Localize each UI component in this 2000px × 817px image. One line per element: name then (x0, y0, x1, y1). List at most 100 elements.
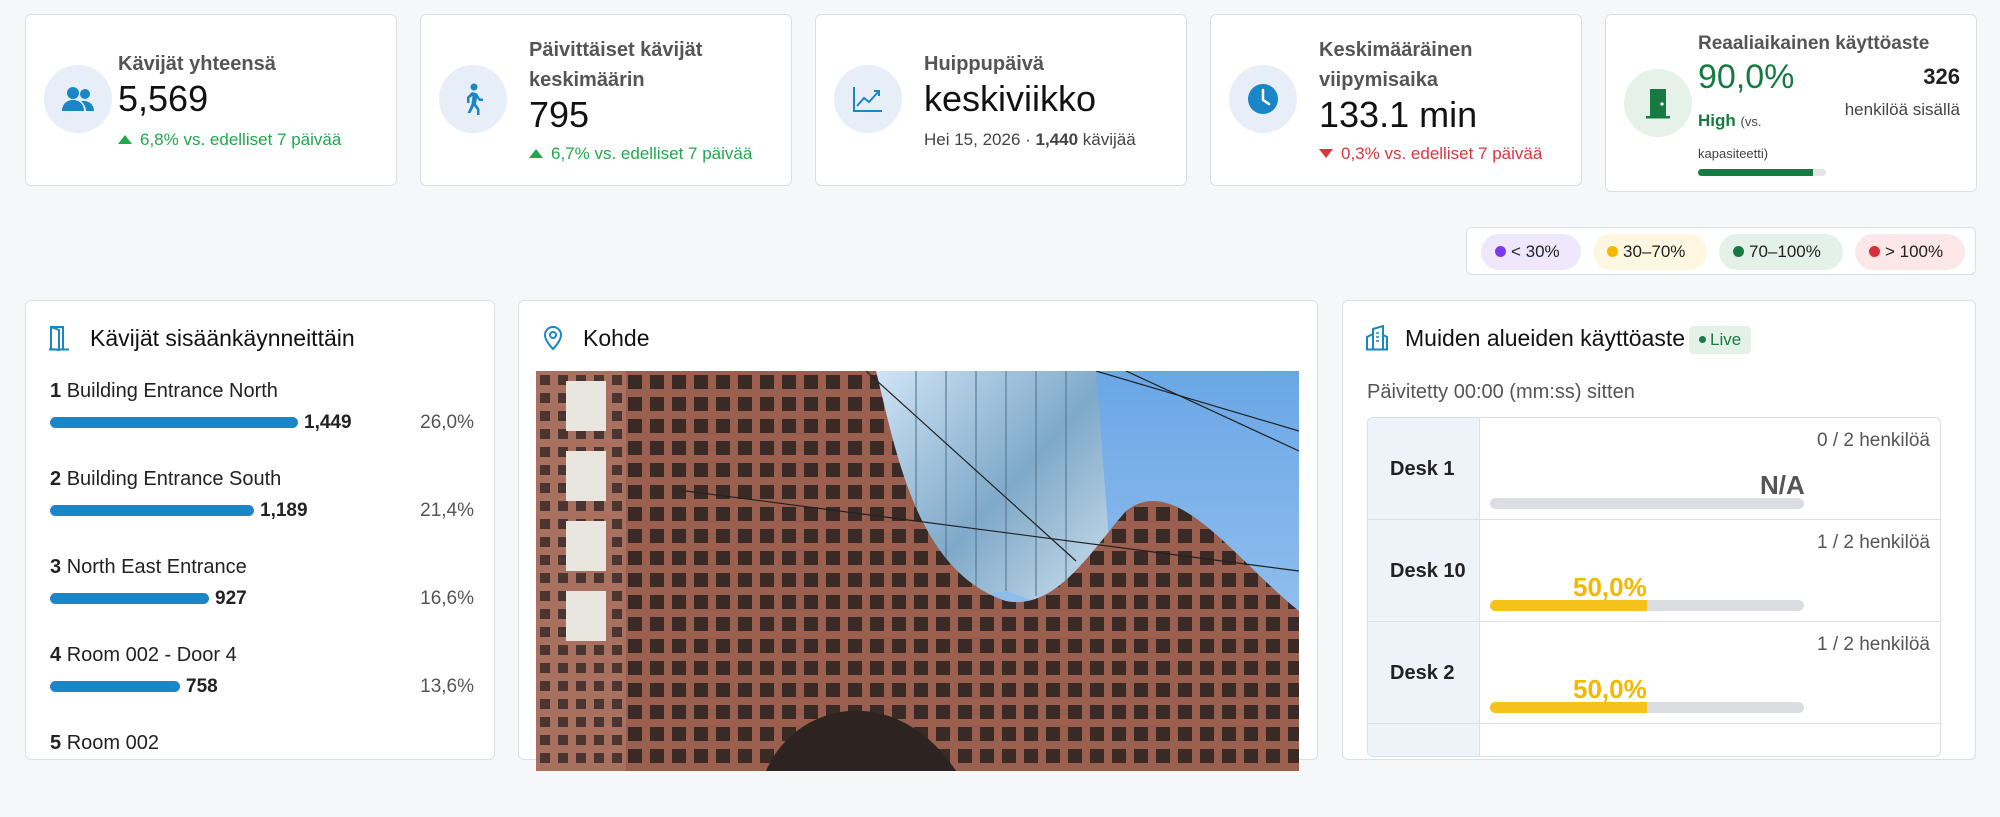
kpi-trend: 6,7% vs. edelliset 7 päivää (529, 143, 752, 165)
trend-up-icon (118, 135, 132, 144)
occupancy-level: High (vs. (1698, 109, 1761, 134)
kpi-card-peak-day: Huippupäivä keskiviikko Hei 15, 2026 · 1… (815, 14, 1187, 186)
entrance-label: Building Entrance South (66, 468, 282, 490)
desk-occupancy: 1 / 2 henkilöä (1816, 532, 1930, 553)
desk-bar-track (1490, 498, 1804, 509)
occupancy-percent: 90,0% (1698, 58, 1795, 96)
entrance-row[interactable]: 5 Room 002 (26, 729, 496, 817)
desk-occupancy: 0 / 2 henkilöä (1816, 430, 1930, 451)
peak-unit: kävijää (1078, 130, 1136, 149)
entrance-rank: 3 (50, 556, 62, 578)
peak-date: Hei 15, 2026 · (924, 130, 1036, 149)
panel-title: Muiden alueiden käyttöaste (1405, 325, 1686, 351)
entrance-row[interactable]: 2 Building Entrance South 1,189 21,4% (26, 465, 496, 553)
live-badge: Live (1689, 326, 1752, 354)
kpi-label: Keskimääräinen viipymisaika (1319, 35, 1472, 95)
people-icon (44, 65, 112, 133)
entrance-percent: 13,6% (420, 676, 474, 697)
legend-dot (1869, 246, 1880, 257)
level-note: (vs. (1740, 114, 1762, 129)
desk-name: Desk 1 (1368, 418, 1480, 519)
entrances-panel: Kävijät sisäänkäynneittäin 1 Building En… (25, 300, 495, 760)
legend-pill-over: > 100% (1855, 234, 1965, 270)
kpi-label-line1: Keskimääräinen (1319, 39, 1473, 61)
kpi-label-line2: keskimäärin (529, 69, 645, 91)
desk-bar-fill (1490, 702, 1647, 713)
entrance-name: 1 Building Entrance North (50, 377, 278, 405)
entrance-row[interactable]: 1 Building Entrance North 1,449 26,0% (26, 377, 496, 465)
entrance-rank: 2 (50, 468, 62, 490)
legend-label: > 100% (1885, 242, 1944, 261)
kpi-trend: 0,3% vs. edelliset 7 päivää (1319, 143, 1542, 165)
entrance-count: 1,449 (304, 412, 352, 433)
legend-label: 70–100% (1749, 242, 1821, 261)
kpi-value: 133.1 min (1319, 94, 1478, 135)
desk-row[interactable]: Desk 10 1 / 2 henkilöä 50,0% (1368, 520, 1940, 622)
entrance-row[interactable]: 4 Room 002 - Door 4 758 13,6% (26, 641, 496, 729)
trend-text: 0,3% vs. edelliset 7 päivää (1341, 144, 1543, 163)
trend-text: 6,7% vs. edelliset 7 päivää (551, 144, 753, 163)
kpi-label: Päivittäiset kävijät keskimäärin (529, 35, 702, 95)
kpi-label-line2: viipymisaika (1319, 69, 1438, 91)
clock-icon (1229, 65, 1297, 133)
entrance-count: 758 (186, 676, 218, 697)
trend-up-icon (529, 149, 543, 158)
kpi-card-dwell-time: Keskimääräinen viipymisaika 133.1 min 0,3… (1210, 14, 1582, 186)
entrance-label: Room 002 - Door 4 (66, 644, 237, 666)
people-inside-label: henkilöä sisällä (1844, 100, 1960, 119)
legend-label: < 30% (1511, 242, 1560, 261)
entrance-percent: 21,4% (420, 500, 474, 521)
entrance-rank: 5 (50, 732, 62, 754)
kpi-value: 795 (529, 94, 590, 135)
desk-name: Desk 2 (1368, 622, 1480, 723)
panel-title: Kävijät sisäänkäynneittäin (90, 325, 355, 351)
kpi-card-daily-average: Päivittäiset kävijät keskimäärin 795 6,7%… (420, 14, 792, 186)
desk-percent: 50,0% (1573, 572, 1647, 602)
legend-dot (1607, 246, 1618, 257)
entrance-label: Room 002 (66, 732, 159, 754)
occupancy-legend: < 30% 30–70% 70–100% > 100% (1466, 227, 1976, 275)
entrance-percent: 16,6% (420, 588, 474, 609)
door-outline-icon (48, 325, 70, 356)
entrance-label: North East Entrance (66, 556, 247, 578)
level-note-2: kapasiteetti) (1698, 146, 1769, 161)
entrance-name: 5 Room 002 (50, 729, 159, 757)
entrance-count: 1,189 (260, 500, 308, 521)
desk-row[interactable]: Desk 1 0 / 2 henkilöä N/A (1368, 418, 1940, 520)
panel-title: Kohde (583, 325, 650, 351)
kpi-label: Reaaliaikainen käyttöaste (1698, 33, 1930, 54)
desk-bar-track (1490, 702, 1804, 713)
desk-table: Desk 1 0 / 2 henkilöä N/A Desk 10 1 / 2 … (1367, 417, 1941, 757)
desk-name (1368, 724, 1480, 756)
location-panel: Kohde (518, 300, 1318, 771)
desk-bar-fill (1490, 600, 1647, 611)
legend-label: 30–70% (1623, 242, 1686, 261)
kpi-card-realtime-occupancy: Reaaliaikainen käyttöaste 90,0% High (vs… (1605, 14, 1977, 192)
peak-day-detail: Hei 15, 2026 · 1,440 kävijää (924, 129, 1136, 151)
building-icon (1365, 324, 1389, 356)
kpi-value: keskiviikko (924, 78, 1097, 119)
entrance-row[interactable]: 3 North East Entrance 927 16,6% (26, 553, 496, 641)
occupancy-bar-track (1698, 169, 1826, 176)
entrance-bar (50, 417, 298, 428)
entrance-bar (50, 681, 180, 692)
map-pin-icon (543, 325, 563, 356)
legend-dot (1495, 246, 1506, 257)
desk-row[interactable] (1368, 724, 1940, 756)
kpi-label: Huippupäivä (924, 53, 1045, 75)
entrance-bar (50, 505, 254, 516)
other-areas-panel: Muiden alueiden käyttöaste Live Päivitet… (1342, 300, 1976, 760)
occupancy-bar-fill (1698, 169, 1814, 176)
peak-count: 1,440 (1035, 130, 1079, 149)
legend-dot (1733, 246, 1744, 257)
kpi-value: 5,569 (118, 78, 209, 119)
entrance-rank: 1 (50, 380, 62, 402)
entrance-rank: 4 (50, 644, 62, 666)
kpi-label: Kävijät yhteensä (118, 53, 276, 75)
people-inside-count: 326 (1923, 64, 1960, 89)
desk-row[interactable]: Desk 2 1 / 2 henkilöä 50,0% (1368, 622, 1940, 724)
level-label: High (1698, 111, 1736, 130)
kpi-trend: 6,8% vs. edelliset 7 päivää (118, 129, 341, 151)
desk-percent: 50,0% (1573, 674, 1647, 704)
badge-label: Live (1710, 330, 1742, 349)
